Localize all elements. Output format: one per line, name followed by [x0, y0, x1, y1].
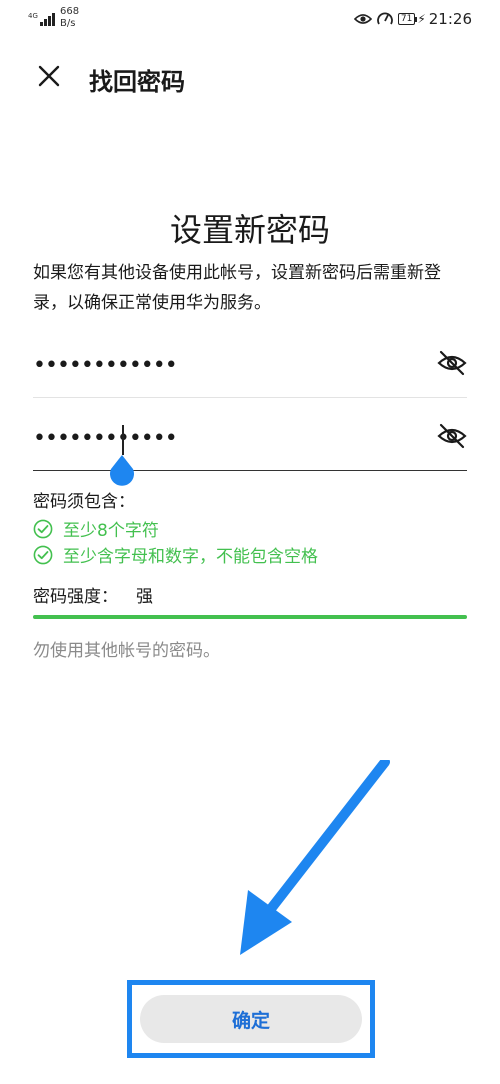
check-circle-icon — [33, 519, 53, 538]
battery-icon: 71 — [397, 13, 418, 25]
network-type: 4G — [28, 12, 38, 20]
field-underline-active — [33, 469, 467, 471]
requirement-text: 至少8个字符 — [63, 521, 159, 541]
check-circle-icon — [33, 545, 53, 564]
clock: 21:26 — [428, 10, 472, 28]
net-speed-unit: B/s — [60, 18, 76, 29]
confirm-button[interactable]: 确定 — [140, 995, 362, 1043]
field-underline — [33, 397, 467, 398]
hint-text: 勿使用其他帐号的密码。 — [33, 641, 220, 661]
toggle-visibility-button-2[interactable] — [437, 423, 467, 449]
net-speed: 668 B/s — [60, 6, 79, 30]
strength-value: 强 — [136, 587, 153, 607]
status-right: 71 ⚡ 21:26 — [353, 9, 472, 29]
speedometer-icon — [376, 11, 394, 27]
eye-off-icon — [437, 350, 467, 376]
page-title: 找回密码 — [89, 68, 185, 96]
new-password-field[interactable]: •••••••••••• — [33, 328, 467, 398]
strength-bar-fill — [33, 615, 467, 619]
cursor-handle[interactable] — [108, 455, 136, 487]
highlight-frame: 确定 — [127, 980, 375, 1058]
requirement-item: 至少8个字符 — [33, 516, 159, 541]
confirm-password-field[interactable]: •••••••••••• — [33, 401, 467, 486]
strength-label: 密码强度： — [33, 587, 118, 607]
net-speed-value: 668 — [60, 6, 80, 17]
requirement-text: 至少含字母和数字，不能包含空格 — [63, 547, 318, 567]
description-text: 如果您有其他设备使用此帐号，设置新密码后需重新登录，以确保正常使用华为服务。 — [33, 263, 441, 313]
strength-bar — [33, 615, 467, 619]
text-cursor — [122, 425, 124, 455]
toggle-visibility-button[interactable] — [437, 350, 467, 376]
signal-icon: 4G — [28, 12, 55, 26]
close-icon — [38, 65, 60, 87]
close-button[interactable] — [34, 61, 64, 91]
charging-icon: ⚡ — [417, 12, 426, 26]
confirm-password-value[interactable]: •••••••••••• — [33, 428, 178, 450]
status-bar: 4G 668 B/s 71 ⚡ 21:26 — [0, 0, 500, 40]
eye-comfort-icon — [353, 12, 372, 26]
requirements-title: 密码须包含： — [33, 492, 135, 512]
pointer-arrow-icon — [240, 760, 390, 955]
section-heading: 设置新密码 — [169, 211, 330, 249]
eye-off-icon — [437, 423, 467, 449]
new-password-value[interactable]: •••••••••••• — [33, 355, 178, 377]
requirement-item: 至少含字母和数字，不能包含空格 — [33, 542, 318, 567]
